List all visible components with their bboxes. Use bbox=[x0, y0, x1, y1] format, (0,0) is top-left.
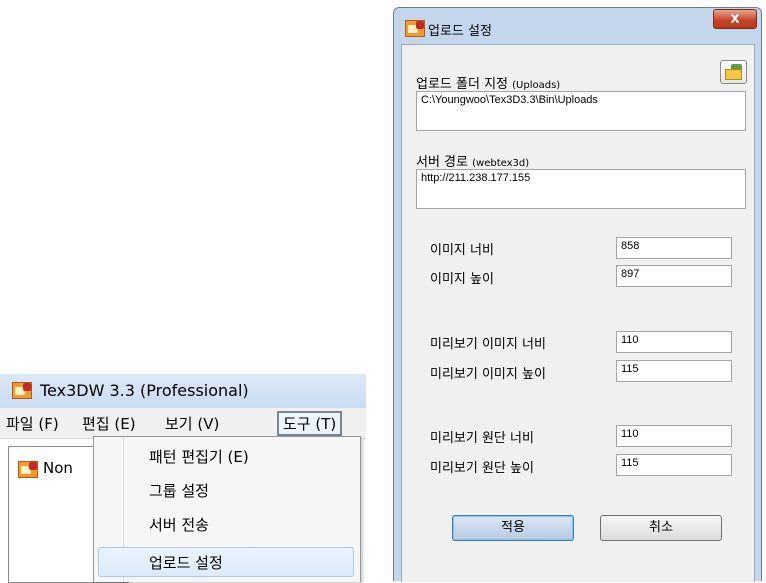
window-title: Tex3DW 3.3 (Professional) bbox=[40, 381, 249, 400]
preview-fabric-width-field[interactable]: 110 bbox=[616, 425, 732, 447]
image-width-field[interactable]: 858 bbox=[616, 237, 732, 259]
dialog-title: 업로드 설정 bbox=[428, 24, 492, 39]
preview-image-width-field[interactable]: 110 bbox=[616, 331, 732, 353]
document-icon bbox=[18, 461, 38, 478]
menu-item-label: 업로드 설정 bbox=[149, 554, 223, 572]
preview-fabric-height-field[interactable]: 115 bbox=[616, 454, 732, 476]
preview-fabric-height-label: 미리보기 원단 높이 bbox=[430, 461, 534, 476]
app-logo-icon bbox=[12, 382, 32, 399]
preview-fabric-width-label: 미리보기 원단 너비 bbox=[430, 431, 534, 446]
menu-item-label: 그룹 설정 bbox=[149, 482, 209, 500]
menu-item-pattern-editor[interactable]: 패턴 편집기 (E) bbox=[98, 441, 354, 471]
tools-dropdown-menu: 패턴 편집기 (E) 그룹 설정 서버 전송 업로드 설정 bbox=[93, 436, 361, 582]
menu-bar: 파일 (F) 편집 (E) 보기 (V) 도구 (T) bbox=[0, 408, 366, 439]
menu-tools[interactable]: 도구 (T) bbox=[277, 411, 343, 436]
menu-item-server-transfer[interactable]: 서버 전송 bbox=[98, 509, 354, 539]
main-window: Tex3DW 3.3 (Professional) 파일 (F) 편집 (E) … bbox=[0, 374, 366, 583]
menu-item-label: 패턴 편집기 (E) bbox=[149, 448, 249, 466]
preview-image-height-label: 미리보기 이미지 높이 bbox=[430, 367, 546, 382]
menu-file[interactable]: 파일 (F) bbox=[6, 413, 59, 434]
preview-image-height-field[interactable]: 115 bbox=[616, 360, 732, 382]
image-width-label: 이미지 너비 bbox=[430, 243, 494, 258]
image-height-label: 이미지 높이 bbox=[430, 272, 494, 287]
dialog-body: 업로드 폴더 지정 (Uploads) C:\Youngwoo\Tex3D3.3… bbox=[401, 44, 755, 582]
close-button[interactable]: X bbox=[713, 9, 757, 29]
cancel-button[interactable]: 취소 bbox=[600, 515, 722, 541]
document-tab-label: Non bbox=[43, 459, 73, 477]
dialog-titlebar: 업로드 설정 X bbox=[394, 8, 761, 44]
upload-settings-dialog: 업로드 설정 X 업로드 폴더 지정 (Uploads) C:\Youngwoo… bbox=[393, 7, 762, 582]
menu-view[interactable]: 보기 (V) bbox=[165, 413, 219, 434]
menu-edit[interactable]: 편집 (E) bbox=[82, 413, 136, 434]
apply-button[interactable]: 적용 bbox=[452, 515, 574, 541]
image-height-field[interactable]: 897 bbox=[616, 265, 732, 287]
menu-item-group-settings[interactable]: 그룹 설정 bbox=[98, 475, 354, 505]
browse-folder-button[interactable] bbox=[720, 60, 747, 84]
menu-item-upload-settings[interactable]: 업로드 설정 bbox=[98, 547, 354, 577]
menu-item-label: 서버 전송 bbox=[149, 516, 209, 534]
server-path-label: 서버 경로 (webtex3d) bbox=[416, 155, 530, 170]
main-titlebar: Tex3DW 3.3 (Professional) bbox=[0, 374, 366, 408]
server-path-field[interactable]: http://211.238.177.155 bbox=[416, 169, 746, 209]
dialog-app-icon bbox=[405, 20, 425, 37]
preview-image-width-label: 미리보기 이미지 너비 bbox=[430, 337, 546, 352]
upload-folder-field[interactable]: C:\Youngwoo\Tex3D3.3\Bin\Uploads bbox=[416, 91, 746, 131]
upload-folder-label: 업로드 폴더 지정 (Uploads) bbox=[416, 77, 561, 92]
